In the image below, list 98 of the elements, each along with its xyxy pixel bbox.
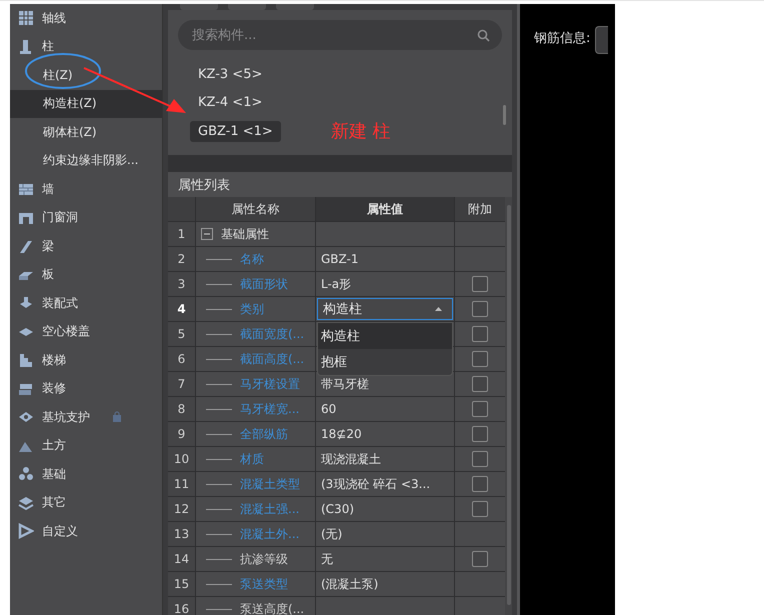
sidebar-item[interactable]: 约束边缘非阴影... — [10, 146, 162, 175]
property-name: 名称 — [240, 250, 264, 268]
sidebar-item[interactable]: 板 — [10, 260, 162, 289]
sidebar-item[interactable]: 其它 — [10, 488, 162, 517]
sidebar-item[interactable]: 门窗洞 — [10, 204, 162, 232]
property-name: 材质 — [240, 450, 264, 468]
property-value: (C30) — [321, 502, 354, 516]
sidebar-item[interactable]: 柱 — [10, 32, 162, 61]
sidebar-item[interactable]: 基坑支护 — [10, 403, 162, 432]
checkbox[interactable] — [472, 426, 488, 442]
checkbox[interactable] — [472, 501, 488, 517]
sidebar-item[interactable]: 柱(Z) — [10, 61, 162, 90]
component-item[interactable]: GBZ-1 <1> — [190, 120, 281, 142]
stack-icon — [18, 494, 34, 511]
checkbox[interactable] — [472, 551, 488, 567]
caret-icon — [435, 307, 442, 311]
row-number: 4 — [168, 297, 195, 321]
property-name: 混凝土类型 — [240, 476, 300, 492]
row-number: 3 — [168, 272, 195, 296]
row-number: 11 — [168, 472, 195, 496]
wall-icon — [18, 181, 34, 198]
checkbox[interactable] — [472, 376, 488, 392]
row-number: 12 — [168, 497, 195, 521]
annotation-text: 新建 柱 — [330, 120, 391, 144]
property-name: 截面高度(... — [240, 350, 304, 368]
stairs-icon — [18, 352, 34, 368]
property-name: 泵送类型 — [240, 576, 288, 592]
property-name: 抗渗等级 — [240, 550, 288, 568]
dropdown-option[interactable]: 构造柱 — [318, 323, 452, 349]
dropdown-option[interactable]: 抱框 — [318, 349, 452, 375]
checkbox[interactable] — [472, 276, 488, 292]
row-number: 8 — [168, 397, 195, 421]
property-name: 混凝土外... — [240, 526, 300, 542]
row-number: 5 — [168, 322, 195, 346]
property-name: 马牙槎宽... — [240, 400, 300, 418]
row-number: 15 — [168, 572, 195, 596]
property-name: 截面形状 — [240, 276, 288, 292]
row-number: 6 — [168, 347, 195, 371]
checkbox[interactable] — [472, 326, 488, 342]
select-field[interactable]: 构造柱 — [317, 298, 453, 320]
row-number: 1 — [168, 222, 195, 246]
sidebar-item[interactable]: 空心楼盖 — [10, 318, 162, 346]
sidebar-item[interactable]: 楼梯 — [10, 346, 162, 374]
property-name: 马牙槎设置 — [240, 376, 300, 392]
sidebar-item[interactable]: 自定义 — [10, 517, 162, 546]
property-value: GBZ-1 — [321, 252, 359, 266]
property-value: (混凝土泵) — [321, 576, 378, 592]
property-value: 现浇混凝土 — [321, 450, 381, 468]
row-number: 2 — [168, 247, 195, 271]
sidebar-item[interactable]: 装修 — [10, 374, 162, 403]
property-name: 截面宽度(... — [240, 326, 304, 342]
row-number: 7 — [168, 372, 195, 396]
row-number: 14 — [168, 547, 195, 571]
property-name: 全部纵筋 — [240, 426, 288, 442]
rebar-select[interactable] — [595, 26, 608, 54]
sidebar-item[interactable]: 构造柱(Z) — [10, 90, 162, 118]
column-header: 属性值 — [316, 197, 454, 221]
checkbox[interactable] — [472, 401, 488, 417]
column-header: 属性名称 — [196, 197, 315, 221]
column-icon — [18, 38, 34, 55]
sidebar-item[interactable]: 墙 — [10, 175, 162, 204]
property-value: 18⊈20 — [321, 427, 362, 441]
property-value: 60 — [321, 402, 336, 416]
blocks-icon — [18, 466, 34, 482]
table-cell — [168, 197, 195, 221]
row-number: 13 — [168, 522, 195, 546]
row-number: 9 — [168, 422, 195, 446]
property-value: (3现浇砼 碎石 <3... — [321, 476, 430, 492]
property-value: L-a形 — [321, 276, 352, 292]
sidebar-item[interactable]: 基础 — [10, 460, 162, 488]
row-number: 16 — [168, 597, 195, 615]
sidebar-item[interactable]: 梁 — [10, 232, 162, 260]
collapse-icon[interactable] — [201, 228, 213, 240]
beam-icon — [18, 238, 34, 254]
checkbox[interactable] — [472, 476, 488, 492]
property-value: 无 — [321, 550, 333, 568]
checkbox[interactable] — [472, 451, 488, 467]
column-header: 附加 — [455, 197, 505, 221]
search-icon — [477, 28, 490, 42]
checkbox[interactable] — [472, 351, 488, 367]
sidebar-item[interactable]: 装配式 — [10, 289, 162, 318]
property-value: 带马牙槎 — [321, 376, 369, 392]
component-item[interactable]: KZ-3 <5> — [190, 64, 270, 85]
rebar-label: 钢筋信息: — [534, 30, 590, 48]
property-name: 混凝土强... — [240, 500, 300, 518]
play-icon — [18, 523, 34, 540]
panel-title: 属性列表 — [168, 172, 512, 197]
group-name: 基础属性 — [221, 226, 269, 242]
sidebar-item[interactable]: 砌体柱(Z) — [10, 118, 162, 146]
checkbox[interactable] — [472, 301, 488, 317]
sidebar-item[interactable]: 轴线 — [10, 4, 162, 32]
property-name: 类别 — [240, 300, 264, 318]
property-value: (无) — [321, 526, 342, 542]
sidebar-item[interactable]: 土方 — [10, 432, 162, 460]
grid-icon — [18, 10, 34, 26]
row-number: 10 — [168, 447, 195, 471]
component-item[interactable]: KZ-4 <1> — [190, 92, 270, 114]
property-name: 泵送高度(... — [240, 600, 304, 615]
